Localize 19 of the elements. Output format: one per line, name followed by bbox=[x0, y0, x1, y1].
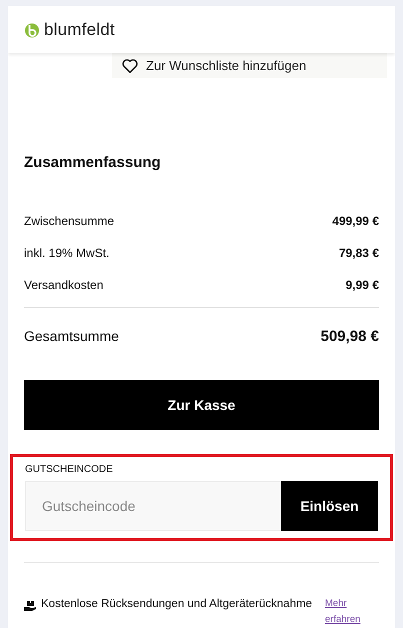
summary-value: 79,83 € bbox=[338, 246, 379, 260]
heart-icon bbox=[122, 58, 138, 73]
summary-value: 9,99 € bbox=[346, 278, 379, 292]
wishlist-button[interactable]: Zur Wunschliste hinzufügen bbox=[112, 53, 387, 78]
voucher-input[interactable]: Gutscheincode bbox=[25, 481, 281, 531]
logo-text[interactable]: blumfeldt bbox=[44, 20, 115, 40]
voucher-label: GUTSCHEINCODE bbox=[25, 464, 114, 475]
redeem-button[interactable]: Einlösen bbox=[281, 481, 378, 531]
hand-box-icon bbox=[24, 600, 37, 612]
checkout-button[interactable]: Zur Kasse bbox=[24, 380, 379, 430]
summary-label: inkl. 19% MwSt. bbox=[24, 246, 110, 260]
summary-label: Zwischensumme bbox=[24, 214, 114, 228]
more-link[interactable]: Mehr erfahren bbox=[325, 596, 367, 628]
summary-title: Zusammenfassung bbox=[24, 154, 162, 171]
summary-value: 499,99 € bbox=[332, 214, 379, 228]
total-label: Gesamtsumme bbox=[24, 328, 119, 344]
summary-label: Versandkosten bbox=[24, 278, 104, 292]
returns-text: Kostenlose Rücksendungen und Altgeräterücknahme bbox=[41, 597, 314, 612]
total-value: 509,98 € bbox=[320, 328, 379, 344]
